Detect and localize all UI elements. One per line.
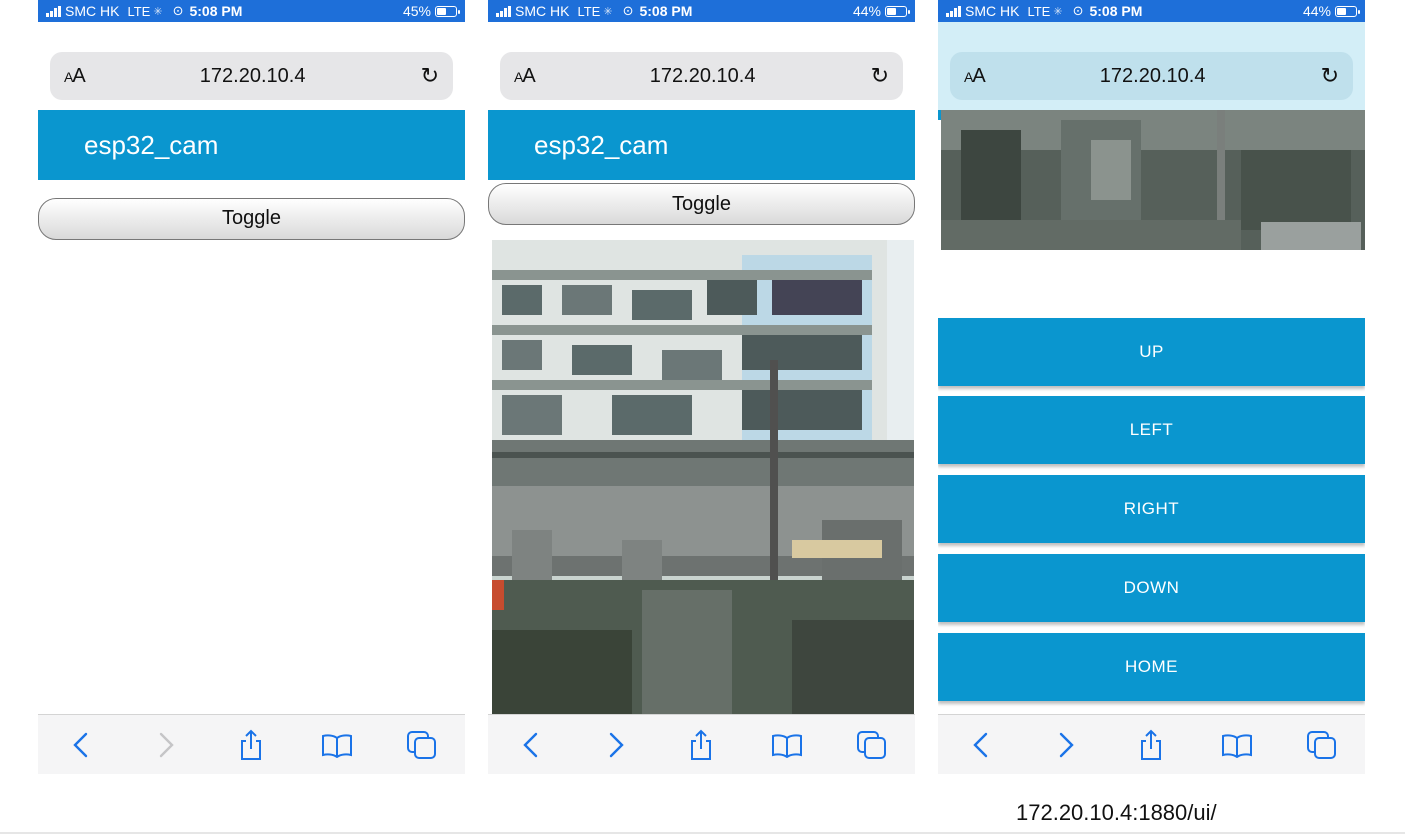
url-text[interactable]: 172.20.10.4 <box>85 65 421 88</box>
up-button[interactable]: UP <box>938 318 1365 386</box>
page-title: esp32_cam <box>38 110 465 180</box>
reload-icon[interactable]: ↻ <box>421 63 439 89</box>
signal-icon <box>946 5 961 17</box>
bookmarks-icon[interactable] <box>767 725 807 765</box>
share-icon[interactable] <box>681 725 721 765</box>
page-title: esp32_cam <box>488 110 915 180</box>
back-icon[interactable] <box>511 725 551 765</box>
network-type: LTE <box>577 3 601 19</box>
status-bar: SMC HK LTE ✳ ⊙ 5:08 PM 44% <box>488 0 915 42</box>
back-icon[interactable] <box>961 725 1001 765</box>
loading-icon: ✳ <box>603 5 613 18</box>
home-button[interactable]: HOME <box>938 633 1365 701</box>
reader-text-size-button[interactable]: AA <box>64 65 86 88</box>
status-bar: SMC HK LTE ✳ ⊙ 5:08 PM 45% <box>38 0 465 42</box>
forward-icon[interactable] <box>596 725 636 765</box>
browser-toolbar <box>938 714 1365 774</box>
status-time: 5:08 PM <box>189 3 243 19</box>
tabs-icon[interactable] <box>402 725 442 765</box>
network-type: LTE <box>127 3 151 19</box>
link-icon: ⊙ <box>1072 3 1084 18</box>
share-icon[interactable] <box>1131 725 1171 765</box>
forward-icon[interactable] <box>1046 725 1086 765</box>
battery-percent: 44% <box>1302 3 1331 19</box>
toggle-button[interactable]: Toggle <box>38 198 465 240</box>
status-time: 5:08 PM <box>1089 3 1143 19</box>
loading-icon: ✳ <box>153 5 163 18</box>
battery-percent: 45% <box>402 3 431 19</box>
link-icon: ⊙ <box>172 3 184 18</box>
loading-icon: ✳ <box>1053 5 1063 18</box>
reader-text-size-button[interactable]: AA <box>964 65 986 88</box>
tabs-icon[interactable] <box>1302 725 1342 765</box>
battery-icon <box>1335 5 1360 17</box>
url-text[interactable]: 172.20.10.4 <box>985 65 1321 88</box>
carrier-name: SMC HK <box>515 3 570 19</box>
battery-percent: 44% <box>852 3 881 19</box>
browser-toolbar <box>38 714 465 774</box>
address-bar[interactable]: AA 172.20.10.4 ↻ <box>50 52 453 100</box>
address-bar[interactable]: AA 172.20.10.4 ↻ <box>500 52 903 100</box>
camera-stream-image <box>941 110 1365 250</box>
reload-icon[interactable]: ↻ <box>1321 63 1339 89</box>
phone-screen-3: SMC HK LTE ✳ ⊙ 5:08 PM 44% AA 172.20.10.… <box>938 0 1365 774</box>
right-button[interactable]: RIGHT <box>938 475 1365 543</box>
phone-screen-2: SMC HK LTE ✳ ⊙ 5:08 PM 44% AA 172.20.10.… <box>488 0 915 774</box>
network-type: LTE <box>1027 3 1051 19</box>
back-icon[interactable] <box>61 725 101 765</box>
battery-icon <box>435 5 460 17</box>
down-button[interactable]: DOWN <box>938 554 1365 622</box>
status-time: 5:08 PM <box>639 3 693 19</box>
signal-icon <box>46 5 61 17</box>
bookmarks-icon[interactable] <box>317 725 357 765</box>
reload-icon[interactable]: ↻ <box>871 63 889 89</box>
camera-stream-image <box>492 240 914 714</box>
link-icon: ⊙ <box>622 3 634 18</box>
address-bar[interactable]: AA 172.20.10.4 ↻ <box>950 52 1353 100</box>
status-bar: SMC HK LTE ✳ ⊙ 5:08 PM 44% <box>938 0 1365 42</box>
carrier-name: SMC HK <box>965 3 1020 19</box>
bookmarks-icon[interactable] <box>1217 725 1257 765</box>
toggle-button[interactable]: Toggle <box>488 183 915 225</box>
browser-toolbar <box>488 714 915 774</box>
signal-icon <box>496 5 511 17</box>
forward-icon[interactable] <box>146 725 186 765</box>
url-text[interactable]: 172.20.10.4 <box>535 65 871 88</box>
tabs-icon[interactable] <box>852 725 892 765</box>
caption-url: 172.20.10.4:1880/ui/ <box>1016 800 1217 825</box>
phone-screen-1: SMC HK LTE ✳ ⊙ 5:08 PM 45% AA 172.20.10.… <box>38 0 465 774</box>
carrier-name: SMC HK <box>65 3 120 19</box>
reader-text-size-button[interactable]: AA <box>514 65 536 88</box>
share-icon[interactable] <box>231 725 271 765</box>
left-button[interactable]: LEFT <box>938 396 1365 464</box>
battery-icon <box>885 5 910 17</box>
